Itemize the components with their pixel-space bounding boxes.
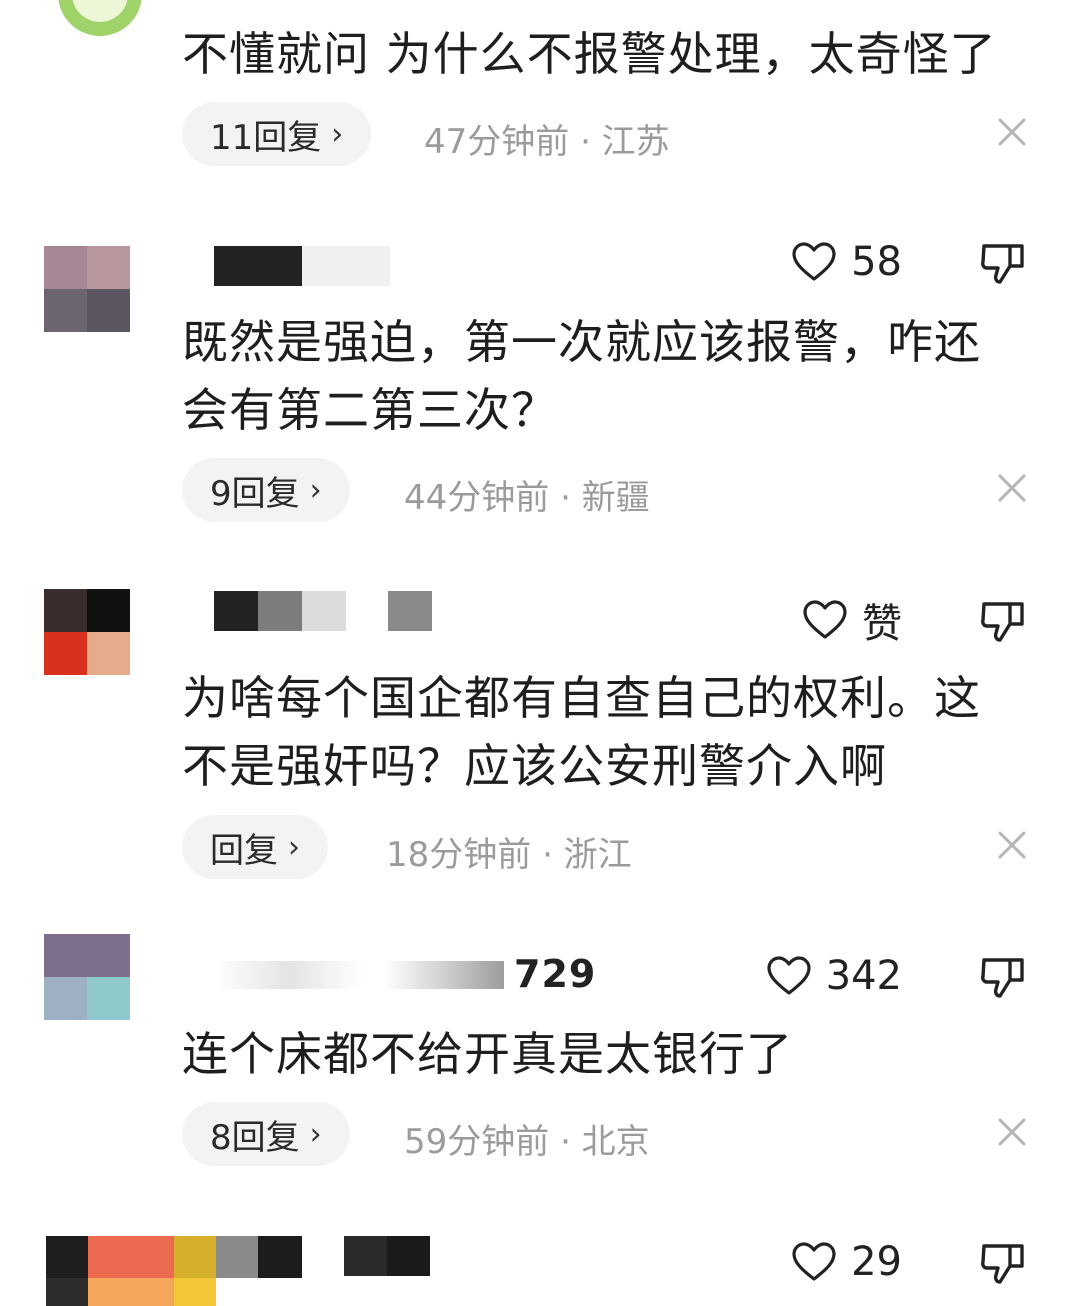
- heart-outline-icon: [803, 600, 847, 639]
- comment-text: 不懂就问 为什么不报警处理，太奇怪了: [182, 27, 997, 81]
- heart-outline-icon: [792, 242, 836, 281]
- chevron-right-icon: ›: [288, 829, 300, 865]
- reply-count-button[interactable]: 11回复 ›: [182, 102, 372, 166]
- reply-label: 回复: [210, 830, 278, 871]
- like-count: 342: [825, 953, 902, 999]
- username-redacted[interactable]: [214, 246, 390, 286]
- close-icon[interactable]: [996, 116, 1028, 148]
- username-visible-fragment[interactable]: 729: [514, 952, 596, 996]
- chevron-right-icon: ›: [331, 116, 344, 152]
- reply-button[interactable]: 回复 ›: [182, 815, 328, 879]
- avatar[interactable]: [44, 934, 130, 1020]
- heart-outline-icon: [792, 1242, 836, 1281]
- comment-time-location: 59分钟前 · 北京: [404, 1122, 650, 1162]
- close-icon[interactable]: [996, 472, 1028, 504]
- reply-count-button[interactable]: 9回复 ›: [182, 458, 350, 522]
- username-redacted[interactable]: [214, 955, 514, 995]
- avatar[interactable]: [46, 1236, 302, 1306]
- username-redacted[interactable]: [344, 1236, 430, 1276]
- comment-time-location: 47分钟前 · 江苏: [424, 122, 670, 162]
- reply-count-label: 8回复: [210, 1117, 300, 1158]
- heart-outline-icon: [767, 956, 811, 995]
- avatar[interactable]: [58, 0, 142, 36]
- close-icon[interactable]: [996, 1116, 1028, 1148]
- comment-text: 既然是强迫，第一次就应该报警，咋还会有第二第三次？: [182, 315, 981, 437]
- reply-count-button[interactable]: 8回复 ›: [182, 1102, 350, 1166]
- like-button[interactable]: 342: [766, 953, 902, 999]
- like-label: 赞: [862, 601, 902, 647]
- like-button[interactable]: 赞: [802, 598, 902, 647]
- reply-count-label: 9回复: [210, 473, 300, 514]
- username-redacted[interactable]: [214, 591, 432, 631]
- close-icon[interactable]: [996, 829, 1028, 861]
- like-button[interactable]: 58: [791, 239, 902, 285]
- thumbs-down-icon[interactable]: [978, 954, 1028, 1000]
- comment-text: 为啥每个国企都有自查自己的权利。这不是强奸吗？应该公安刑警介入啊: [182, 671, 981, 793]
- like-button[interactable]: 29: [791, 1239, 902, 1285]
- avatar[interactable]: [44, 589, 130, 675]
- reply-count-label: 11回复: [210, 117, 322, 158]
- comment-time-location: 44分钟前 · 新疆: [404, 478, 650, 518]
- comment-text: 连个床都不给开真是太银行了: [182, 1027, 793, 1081]
- thumbs-down-icon[interactable]: [978, 598, 1028, 644]
- comment-time-location: 18分钟前 · 浙江: [386, 835, 632, 875]
- like-count: 58: [851, 239, 902, 285]
- avatar[interactable]: [44, 246, 130, 332]
- chevron-right-icon: ›: [309, 472, 322, 508]
- thumbs-down-icon[interactable]: [978, 240, 1028, 286]
- like-count: 29: [851, 1239, 902, 1285]
- chevron-right-icon: ›: [309, 1116, 322, 1152]
- thumbs-down-icon[interactable]: [978, 1240, 1028, 1286]
